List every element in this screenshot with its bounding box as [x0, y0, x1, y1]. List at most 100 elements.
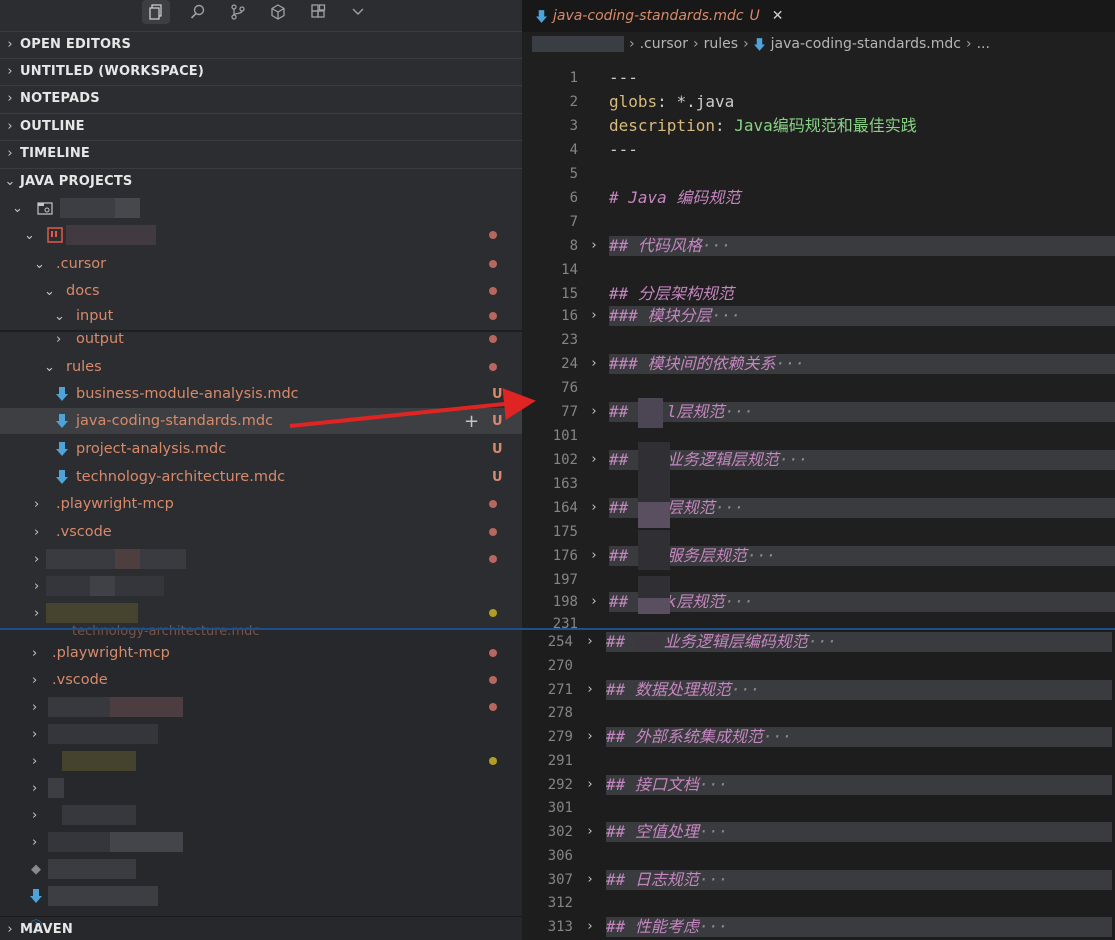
chevron-right-icon[interactable]: › — [586, 678, 594, 702]
tree-row-folder[interactable]: › .vscode — [0, 667, 522, 693]
code-line: 101 — [522, 424, 1115, 448]
section-notepads[interactable]: › NOTEPADS — [0, 85, 522, 111]
tree-row-module[interactable]: ⌄ — [0, 222, 522, 248]
chevron-right-icon: › — [629, 36, 635, 52]
tree-row-redacted[interactable]: › — [0, 546, 522, 572]
tree-row-file[interactable]: technology-architecture.mdc U — [0, 464, 522, 490]
chevron-right-icon[interactable]: › — [590, 304, 598, 328]
search-icon[interactable] — [184, 0, 212, 24]
tree-row-rules-folder[interactable]: ⌄ rules — [0, 354, 522, 380]
untracked-badge: U — [492, 469, 503, 485]
chevron-right-icon[interactable]: › — [586, 630, 594, 654]
code-line-folded[interactable]: 8 › ## 代码风格··· — [522, 234, 1115, 258]
tree-row-output-folder[interactable]: › output — [0, 326, 522, 352]
code-line: 15 ## 分层架构规范 — [522, 282, 1115, 306]
code-line-folded[interactable]: 24 › ### 模块间的依赖关系··· — [522, 352, 1115, 376]
code-editor[interactable]: 1 --- 2 globs: *.java 3 description: Jav… — [522, 56, 1115, 940]
chevron-right-icon[interactable]: › — [590, 234, 598, 258]
chevron-right-icon[interactable]: › — [590, 544, 598, 568]
section-label: UNTITLED (WORKSPACE) — [20, 64, 205, 79]
chevron-right-icon[interactable]: › — [586, 915, 594, 939]
tree-row-redacted[interactable]: › — [0, 802, 522, 828]
code-line-folded[interactable]: 313 › ## 性能考虑··· — [522, 915, 1115, 939]
tree-row-file[interactable]: business-module-analysis.mdc U — [0, 381, 522, 407]
chevron-right-icon[interactable]: › — [586, 820, 594, 844]
code-line-folded[interactable]: 307 › ## 日志规范··· — [522, 868, 1115, 892]
files-icon[interactable] — [142, 0, 170, 24]
tree-row-redacted[interactable]: › — [0, 748, 522, 774]
code-line: 5 — [522, 162, 1115, 186]
file-label: business-module-analysis.mdc — [76, 386, 299, 402]
section-outline[interactable]: › OUTLINE — [0, 113, 522, 139]
code-line-folded[interactable]: 198 › ## k层规范··· — [522, 590, 1115, 614]
tree-row-redacted[interactable]: › — [0, 775, 522, 801]
run-debug-icon[interactable] — [264, 0, 292, 24]
breadcrumb-item[interactable]: .cursor — [640, 36, 688, 52]
tab-java-coding-standards[interactable]: java-coding-standards.mdc U ✕ — [536, 0, 784, 32]
close-icon[interactable]: ✕ — [772, 8, 784, 24]
code-line-folded[interactable]: 77 › ## l层规范··· — [522, 400, 1115, 424]
code-line-folded[interactable]: 176 › ## 服务层规范··· — [522, 544, 1115, 568]
section-maven[interactable]: › MAVEN — [0, 916, 522, 940]
section-label: JAVA PROJECTS — [20, 174, 133, 189]
section-open-editors[interactable]: › OPEN EDITORS — [0, 31, 522, 57]
chevron-right-icon: › — [743, 36, 749, 52]
section-timeline[interactable]: › TIMELINE — [0, 140, 522, 166]
chevron-right-icon[interactable]: › — [590, 590, 598, 614]
tree-row-redacted[interactable]: › — [0, 721, 522, 747]
code-line-folded[interactable]: 302 › ## 空值处理··· — [522, 820, 1115, 844]
extensions-icon[interactable] — [304, 0, 332, 24]
tree-row-redacted[interactable]: ⓘ — [0, 886, 522, 935]
line-number: 76 — [561, 380, 578, 396]
tree-row-redacted[interactable]: › — [0, 694, 522, 720]
chevron-right-icon[interactable]: › — [586, 868, 594, 892]
breadcrumb-item[interactable]: ... — [977, 36, 990, 52]
code-line-folded[interactable]: 279 › ## 外部系统集成规范··· — [522, 725, 1115, 749]
code-text: ## 日志规范··· — [606, 870, 728, 889]
line-number: 14 — [561, 262, 578, 278]
chevron-right-icon[interactable]: › — [586, 773, 594, 797]
breadcrumb-item[interactable]: java-coding-standards.mdc — [771, 36, 961, 52]
chevron-right-icon[interactable]: › — [590, 448, 598, 472]
code-line-folded[interactable]: 254 › ## 业务逻辑层编码规范··· — [522, 630, 1115, 654]
redacted-block — [48, 724, 158, 744]
chevron-right-icon[interactable]: › — [590, 496, 598, 520]
activity-toolbar — [0, 0, 522, 26]
code-line-folded[interactable]: 292 › ## 接口文档··· — [522, 773, 1115, 797]
code-line-folded[interactable]: 164 › ## 层规范··· — [522, 496, 1115, 520]
source-control-icon[interactable] — [224, 0, 252, 24]
code-line-folded[interactable]: 102 › ## 业务逻辑层规范··· — [522, 448, 1115, 472]
section-workspace[interactable]: › UNTITLED (WORKSPACE) — [0, 58, 522, 84]
code-text: ## 数据处理规范··· — [606, 680, 760, 699]
tree-row-file[interactable]: project-analysis.mdc U — [0, 436, 522, 462]
chevron-right-icon: › — [34, 524, 40, 540]
folder-label: .vscode — [52, 672, 108, 688]
untracked-badge: U — [492, 413, 503, 429]
tree-row-redacted[interactable]: ◆ — [0, 856, 522, 882]
tree-row-folder[interactable]: › .playwright-mcp — [0, 491, 522, 517]
section-java-projects[interactable]: ⌄ JAVA PROJECTS — [0, 168, 522, 194]
tree-row-cursor-folder[interactable]: ⌄ .cursor — [0, 251, 522, 277]
line-number: 278 — [547, 705, 573, 721]
line-number: 176 — [552, 548, 578, 564]
code-line: 7 — [522, 210, 1115, 234]
code-text: ### 模块分层··· — [609, 306, 741, 325]
tree-row-docs-folder[interactable]: ⌄ docs — [0, 278, 522, 304]
tree-row-folder[interactable]: › .vscode — [0, 519, 522, 545]
section-label: OPEN EDITORS — [20, 37, 132, 52]
plus-icon[interactable]: + — [464, 408, 479, 434]
tree-row-redacted[interactable]: › — [0, 829, 522, 855]
line-number: 1 — [569, 70, 578, 86]
tree-row-project-root[interactable]: ⌄ — [0, 195, 522, 221]
tree-row-folder[interactable]: › .playwright-mcp — [0, 640, 522, 666]
chevron-right-icon[interactable]: › — [590, 400, 598, 424]
tree-row-file-selected[interactable]: java-coding-standards.mdc + U — [0, 408, 522, 434]
tree-row-redacted[interactable]: › — [0, 573, 522, 599]
breadcrumb-item[interactable]: rules — [704, 36, 738, 52]
chevron-right-icon[interactable]: › — [586, 725, 594, 749]
file-label: project-analysis.mdc — [76, 441, 227, 457]
chevron-down-icon[interactable] — [344, 0, 372, 24]
code-line-folded[interactable]: 271 › ## 数据处理规范··· — [522, 678, 1115, 702]
code-line-folded[interactable]: 16 › ### 模块分层··· — [522, 304, 1115, 328]
chevron-right-icon[interactable]: › — [590, 352, 598, 376]
